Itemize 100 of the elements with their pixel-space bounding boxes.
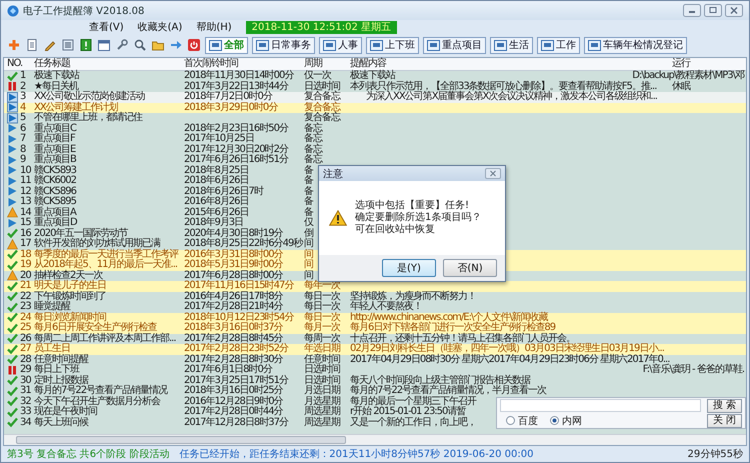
table-cell-text: 极速下载站 [34,71,79,81]
table-cell-text: 抽样检查2天一次 [34,270,102,280]
table-cell-text: 赣CK5896 [34,186,76,196]
table-cell-text: 现在是午夜时间 [34,407,97,417]
table-cell-text: 2018年8月25日22时6分49秒 [184,239,302,249]
table-cell-text: 月选星期 [304,396,340,406]
table-cell-text: 倒 [304,228,313,238]
row-number: 25 [20,323,31,334]
table-cell-text: 2015年6月26日 [184,208,249,218]
table-cell-text: 每月6日开展安全生产例行检查 [34,323,156,333]
table-cell-text: 不管在哪里上班，都请记住 [34,113,142,123]
table-cell-text: 每月的7号22号查看产品销量情况，半月查看一次 [350,386,546,396]
table-cell-text: 定时上报数据 [34,376,88,386]
row-number: 3 [20,92,26,102]
table-cell-text: 2017年2月28日0时44分 [184,407,283,417]
table-cell-text: 月选日期 [304,386,340,396]
table-cell-text: 2020年五一国际劳动节 [34,228,128,238]
table-cell-text: 赣CK6002 [34,176,76,186]
row-number: 34 [20,418,31,428]
row-number: 16 [20,228,31,238]
table-cell-text: r开始 2015-01-01 23:50请暂 [350,407,466,417]
timer-text: 29分钟55秒 [688,448,743,461]
table-cell-text: 年选日期 [304,344,340,354]
table-cell-text: 备 [304,197,313,207]
table-cell-text: ★每日关机 [34,82,78,92]
row-number: 27 [20,344,31,354]
table-cell-text: 备 [304,176,313,186]
table-cell-text: 软件开发部的刘功炜试用期已满 [34,239,160,249]
table-cell-text: 2017年2月28日8时30分 [184,354,283,364]
table-cell-text: 明天是儿子的生日 [34,281,106,291]
row-number: 15 [20,218,31,228]
table-cell-text: 重点项目D [34,218,77,228]
row-number: 26 [20,334,31,344]
table-cell-text: 间 [304,260,313,270]
row-number: 21 [20,281,31,292]
table-cell-text: 每日一次 [304,292,340,302]
table-cell-text: 2018年6月26日 [184,176,249,186]
dialog-message: 确定要删除所选1条项目吗？ [355,212,482,224]
row-number: 8 [20,144,26,154]
table-cell-text: 日选时间 [304,82,340,92]
table-cell-text: 2017年6月1日8时0分 [184,365,272,375]
table-cell-text: 日选时间 [304,365,340,375]
row-number: 9 [20,155,26,166]
table-cell-text: 每月的最后一个星期三下午召开 [350,396,476,406]
table-cell-text: 每周二上周工作讲评及本周工作部... [34,334,176,344]
table-cell-text: 2017年2月28日23时52分 [184,344,288,354]
table-cell-text: 每周一次 [304,334,340,344]
table-cell-text: 每日上下班 [34,365,79,375]
table-cell-text: 2018年7月2日0时0分 [184,92,272,102]
table-cell-text: 2018年3月16日0时25分 [184,386,283,396]
table-cell-text: 2017年6月28日8时00分 [184,270,283,280]
table-cell-text: 每月一次 [304,323,340,333]
table-cell-text: 2018年3月16日0时37分 [184,323,283,333]
row-number: 19 [20,260,31,270]
table-cell-text: 本列表只作示范用，【全部33条数据可放心删除】。要查看帮助请按F5。推... [350,82,656,92]
table-cell-text: 每天八个时间段向上级主管部门报告相关数据 [350,376,530,386]
row-number: 7 [20,134,26,144]
table-cell-text: 2017年10月25日 [184,134,254,144]
table-cell-text: 十点召开，还剩十五分钟！请马上召集各部门人员开会。 [350,334,575,344]
table-cell-text: 备忘 [304,124,322,134]
table-cell-text: 2017年2月28日8时45分 [184,334,283,344]
table-cell-text: 日选时间 [304,376,340,386]
table-cell-text: 间 [304,270,313,280]
table-cell: 休眠 [672,82,690,92]
table-cell-text: 年轻人不要熬夜！ [350,302,422,312]
table-cell-text: 重点项目F [34,134,75,144]
row-number: 22 [20,292,31,302]
table-cell-text: 每季度的最后一天进行当季工作考评 [34,250,178,260]
table-cell-text: 2017年11月16日15时47分 [184,281,294,291]
row-number: 29 [20,365,31,376]
row-number: 23 [20,302,31,312]
table-cell-text: 坚持锻炼，为瘦身而不断努力！ [350,292,476,302]
table-cell-text: XX公司敬业示范岗创建活动 [34,92,145,102]
row-number: 11 [20,176,31,186]
table-cell-text: 从2018年起5、11月的最后一天准... [34,260,178,270]
table-cell-text: 2016年3月31日8时00分 [184,250,283,260]
table-cell-text: 间 [304,250,313,260]
table-cell-text: 2017年3月22日13时44分 [184,82,288,92]
table-cell-text: 2016年12月28日9时0分 [184,396,283,406]
table-cell-text: 2016年8月26日 [184,197,249,207]
row-number: 4 [20,102,26,112]
table-cell-text: 2018年5月31日9时00分 [184,260,283,270]
table-cell-text: 仅一次 [304,71,331,81]
table-cell-text: 2017年12月30日20时2分 [184,144,288,154]
dialog-message: 可在回收站中恢复 [355,224,436,236]
row-number: 1 [20,71,26,82]
table-cell-text: 重点项目B [34,155,76,165]
row-number: 28 [20,354,31,364]
table-cell-text: 每日一次 [304,302,340,312]
table-cell-text: 极速下载站 [350,71,395,81]
table-cell: 每天上班问候 [34,418,88,428]
table-cell-text: 睡觉提醒 [34,302,70,312]
table-cell-text: 2017年3月25日17时51分 [184,376,288,386]
dialog-message: 选项中包括【重要】任务! [355,200,470,212]
radio-label: 百度 [518,414,538,428]
radio-label: 内网 [562,414,582,428]
table-cell-text: 今天下午召开生产数据月分析会 [34,396,160,406]
table-cell-text: 备 [304,208,313,218]
table-cell-text: 赣CK5893 [34,166,76,176]
table-cell-text: 2017年6月26日16时51分 [184,155,288,165]
